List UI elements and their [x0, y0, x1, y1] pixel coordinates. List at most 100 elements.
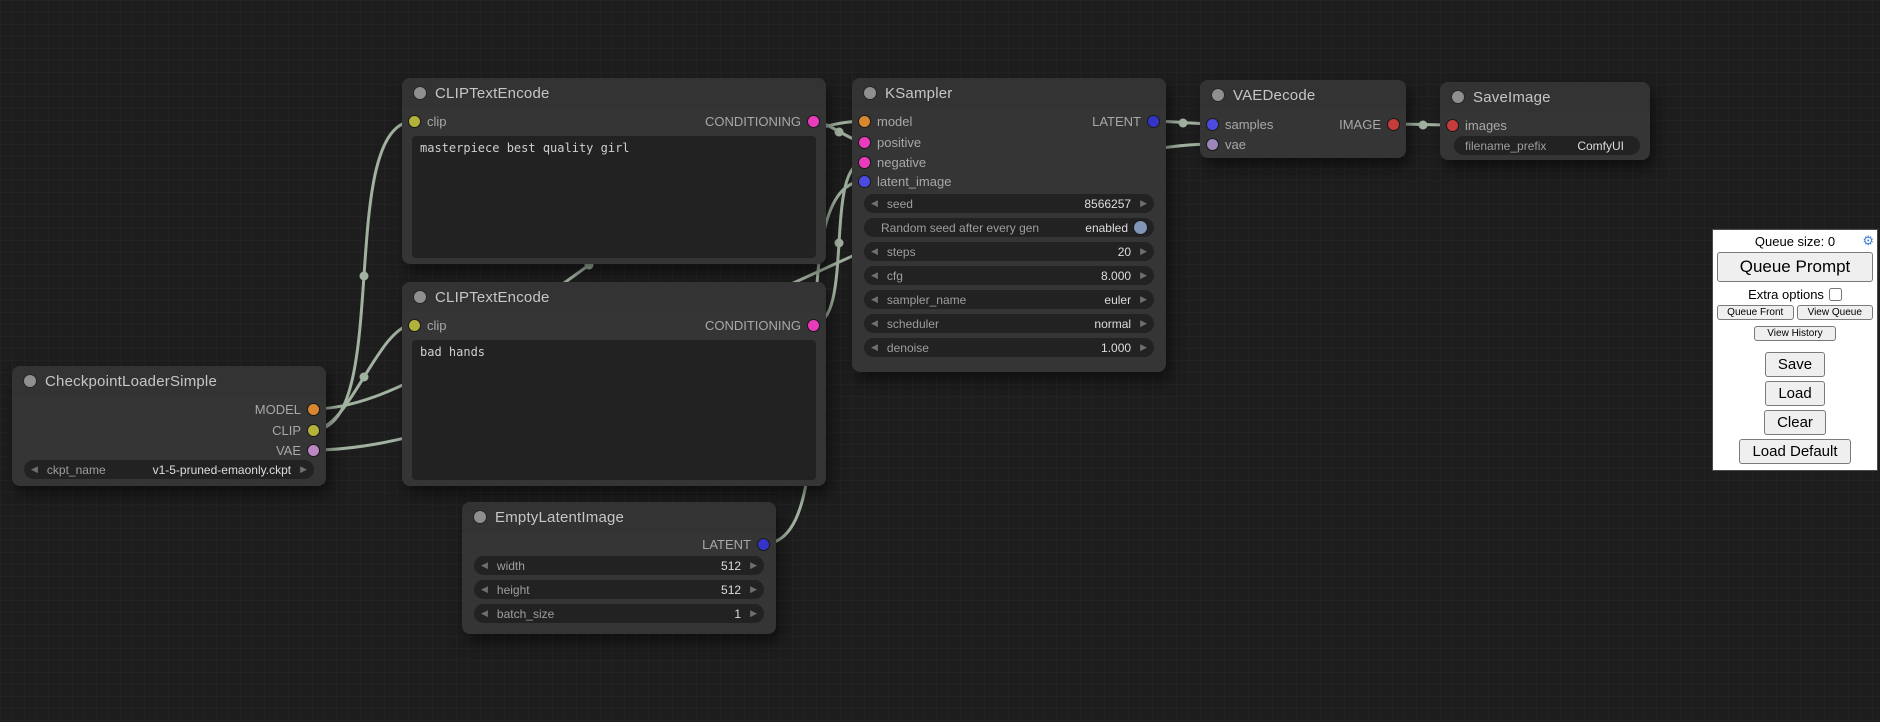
save-button[interactable]: Save	[1765, 352, 1825, 377]
input-slot-positive[interactable]: positive	[859, 133, 921, 151]
decrement-arrow-icon[interactable]: ◀	[871, 343, 878, 352]
slot-dot[interactable]	[1207, 139, 1218, 150]
output-slot-vae[interactable]: VAE	[276, 441, 319, 459]
slot-dot[interactable]	[859, 137, 870, 148]
load-button[interactable]: Load	[1765, 381, 1824, 406]
node-title-bar[interactable]: CLIPTextEncode	[402, 282, 826, 312]
collapse-dot-icon[interactable]	[1212, 89, 1224, 101]
decrement-arrow-icon[interactable]: ◀	[871, 199, 878, 208]
link-midpoint-dot[interactable]	[835, 128, 844, 137]
collapse-dot-icon[interactable]	[414, 291, 426, 303]
slot-dot[interactable]	[308, 425, 319, 436]
height-widget[interactable]: ◀ height 512 ▶	[474, 580, 764, 599]
link-midpoint-dot[interactable]	[360, 272, 369, 281]
widget-value[interactable]: ComfyUI	[1577, 139, 1624, 153]
increment-arrow-icon[interactable]: ▶	[1140, 295, 1147, 304]
queue-front-button[interactable]: Queue Front	[1717, 305, 1794, 320]
decrement-arrow-icon[interactable]: ◀	[481, 561, 488, 570]
increment-arrow-icon[interactable]: ▶	[1140, 319, 1147, 328]
view-history-button[interactable]: View History	[1754, 326, 1835, 341]
widget-value[interactable]: 8566257	[1084, 197, 1131, 211]
collapse-dot-icon[interactable]	[414, 87, 426, 99]
increment-arrow-icon[interactable]: ▶	[1140, 199, 1147, 208]
slot-dot[interactable]	[859, 176, 870, 187]
widget-value[interactable]: 20	[1118, 245, 1131, 259]
widget-value[interactable]: 512	[721, 583, 741, 597]
slot-dot[interactable]	[308, 404, 319, 415]
slot-dot[interactable]	[409, 116, 420, 127]
prompt-textarea[interactable]: bad hands	[412, 340, 816, 480]
slot-dot[interactable]	[758, 539, 769, 550]
node-save-image[interactable]: SaveImage images filename_prefix ComfyUI	[1440, 82, 1650, 160]
slot-dot[interactable]	[1388, 119, 1399, 130]
output-slot-model[interactable]: MODEL	[255, 400, 319, 418]
node-empty-latent-image[interactable]: EmptyLatentImage LATENT ◀ width 512 ▶ ◀ …	[462, 502, 776, 634]
decrement-arrow-icon[interactable]: ◀	[871, 295, 878, 304]
link-midpoint-dot[interactable]	[360, 373, 369, 382]
widget-value[interactable]: 512	[721, 559, 741, 573]
widget-value[interactable]: 8.000	[1101, 269, 1131, 283]
batch-size-widget[interactable]: ◀ batch_size 1 ▶	[474, 604, 764, 623]
input-slot-clip[interactable]: clip	[409, 316, 447, 334]
widget-value[interactable]: euler	[1104, 293, 1131, 307]
decrement-arrow-icon[interactable]: ◀	[481, 585, 488, 594]
decrement-arrow-icon[interactable]: ◀	[481, 609, 488, 618]
node-title-bar[interactable]: EmptyLatentImage	[462, 502, 776, 532]
collapse-dot-icon[interactable]	[474, 511, 486, 523]
decrement-arrow-icon[interactable]: ◀	[871, 247, 878, 256]
input-slot-latent-image[interactable]: latent_image	[859, 172, 951, 190]
collapse-dot-icon[interactable]	[1452, 91, 1464, 103]
view-queue-button[interactable]: View Queue	[1797, 305, 1874, 320]
link-midpoint-dot[interactable]	[835, 239, 844, 248]
decrement-arrow-icon[interactable]: ◀	[31, 465, 38, 474]
widget-value[interactable]: 1	[734, 607, 741, 621]
settings-gear-icon[interactable]: ⚙	[1862, 233, 1874, 249]
slot-dot[interactable]	[1447, 120, 1458, 131]
slot-dot[interactable]	[808, 320, 819, 331]
collapse-dot-icon[interactable]	[864, 87, 876, 99]
increment-arrow-icon[interactable]: ▶	[300, 465, 307, 474]
increment-arrow-icon[interactable]: ▶	[750, 609, 757, 618]
scheduler-widget[interactable]: ◀ scheduler normal ▶	[864, 314, 1154, 333]
decrement-arrow-icon[interactable]: ◀	[871, 319, 878, 328]
slot-dot[interactable]	[808, 116, 819, 127]
cfg-widget[interactable]: ◀ cfg 8.000 ▶	[864, 266, 1154, 285]
output-slot-latent[interactable]: LATENT	[702, 535, 769, 553]
clear-button[interactable]: Clear	[1764, 410, 1826, 435]
steps-widget[interactable]: ◀ steps 20 ▶	[864, 242, 1154, 261]
node-checkpoint-loader[interactable]: CheckpointLoaderSimple MODEL CLIP VAE ◀ …	[12, 366, 326, 486]
extra-options-checkbox[interactable]	[1829, 288, 1842, 301]
decrement-arrow-icon[interactable]: ◀	[871, 271, 878, 280]
sampler-name-widget[interactable]: ◀ sampler_name euler ▶	[864, 290, 1154, 309]
widget-value[interactable]: 1.000	[1101, 341, 1131, 355]
node-title-bar[interactable]: KSampler	[852, 78, 1166, 108]
seed-widget[interactable]: ◀ seed 8566257 ▶	[864, 194, 1154, 213]
slot-dot[interactable]	[409, 320, 420, 331]
filename-prefix-widget[interactable]: filename_prefix ComfyUI	[1454, 136, 1640, 155]
node-clip-text-encode-positive[interactable]: CLIPTextEncode clip CONDITIONING masterp…	[402, 78, 826, 264]
input-slot-vae[interactable]: vae	[1207, 135, 1246, 153]
widget-value[interactable]: v1-5-pruned-emaonly.ckpt	[153, 463, 292, 477]
increment-arrow-icon[interactable]: ▶	[750, 585, 757, 594]
increment-arrow-icon[interactable]: ▶	[1140, 343, 1147, 352]
increment-arrow-icon[interactable]: ▶	[750, 561, 757, 570]
toggle-dot-icon[interactable]	[1134, 221, 1147, 234]
output-slot-clip[interactable]: CLIP	[272, 421, 319, 439]
input-slot-images[interactable]: images	[1447, 116, 1507, 134]
node-vae-decode[interactable]: VAEDecode samples vae IMAGE	[1200, 80, 1406, 158]
collapse-dot-icon[interactable]	[24, 375, 36, 387]
slot-dot[interactable]	[1148, 116, 1159, 127]
input-slot-clip[interactable]: clip	[409, 112, 447, 130]
queue-prompt-button[interactable]: Queue Prompt	[1717, 252, 1873, 282]
slot-dot[interactable]	[308, 445, 319, 456]
increment-arrow-icon[interactable]: ▶	[1140, 247, 1147, 256]
increment-arrow-icon[interactable]: ▶	[1140, 271, 1147, 280]
link-midpoint-dot[interactable]	[1419, 121, 1428, 130]
slot-dot[interactable]	[1207, 119, 1218, 130]
width-widget[interactable]: ◀ width 512 ▶	[474, 556, 764, 575]
output-slot-latent[interactable]: LATENT	[1092, 112, 1159, 130]
widget-value[interactable]: normal	[1094, 317, 1131, 331]
node-title-bar[interactable]: SaveImage	[1440, 82, 1650, 112]
output-slot-conditioning[interactable]: CONDITIONING	[705, 316, 819, 334]
node-ksampler[interactable]: KSampler model positive negative latent_…	[852, 78, 1166, 372]
